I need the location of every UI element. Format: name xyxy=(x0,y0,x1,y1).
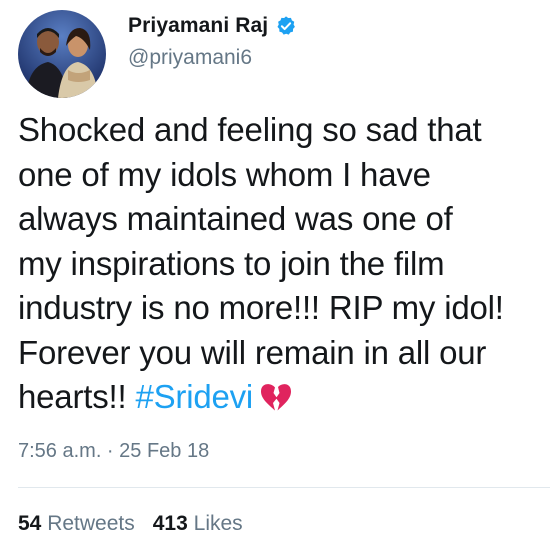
hashtag-link[interactable]: #Sridevi xyxy=(135,378,253,415)
tweet-text-line: always maintained was one of xyxy=(18,200,453,237)
likes-stat[interactable]: 413 Likes xyxy=(153,512,243,535)
avatar-photo xyxy=(18,10,106,98)
tweet-text-line: Shocked and feeling so sad that xyxy=(18,111,482,148)
broken-heart-icon xyxy=(259,379,293,411)
tweet-text-line: one of my idols whom I have xyxy=(18,155,431,193)
tweet-text-line: my inspirations to join the film xyxy=(18,244,445,282)
name-row: Priyamani Raj xyxy=(128,10,297,42)
user-identity: Priyamani Raj @priyamani6 xyxy=(128,10,297,70)
tweet-timestamp[interactable]: 7:56 a.m. · 25 Feb 18 xyxy=(18,440,209,463)
retweets-stat[interactable]: 54 Retweets xyxy=(18,512,135,535)
likes-label: Likes xyxy=(193,512,243,535)
tweet-stats: 54 Retweets 413 Likes xyxy=(18,512,243,536)
retweets-count: 54 xyxy=(18,512,42,535)
retweets-label: Retweets xyxy=(47,512,135,535)
verified-badge-icon xyxy=(275,15,297,37)
divider xyxy=(18,487,550,488)
tweet-header: Priyamani Raj @priyamani6 xyxy=(18,10,297,98)
tweet-text-fragment: hearts!! xyxy=(18,378,136,415)
user-handle[interactable]: @priyamani6 xyxy=(128,46,297,70)
tweet-card: Priyamani Raj @priyamani6 Shocked and fe… xyxy=(0,0,550,550)
tweet-text: Shocked and feeling so sad that one of m… xyxy=(18,108,548,420)
likes-count: 413 xyxy=(152,512,188,535)
tweet-text-last-line: hearts!! #Sridevi xyxy=(18,375,548,420)
display-name[interactable]: Priyamani Raj xyxy=(128,14,268,38)
tweet-text-line: Forever you will remain in all our xyxy=(18,333,487,371)
avatar[interactable] xyxy=(18,10,106,98)
tweet-text-line: industry is no more!!! RIP my idol! xyxy=(18,289,504,326)
